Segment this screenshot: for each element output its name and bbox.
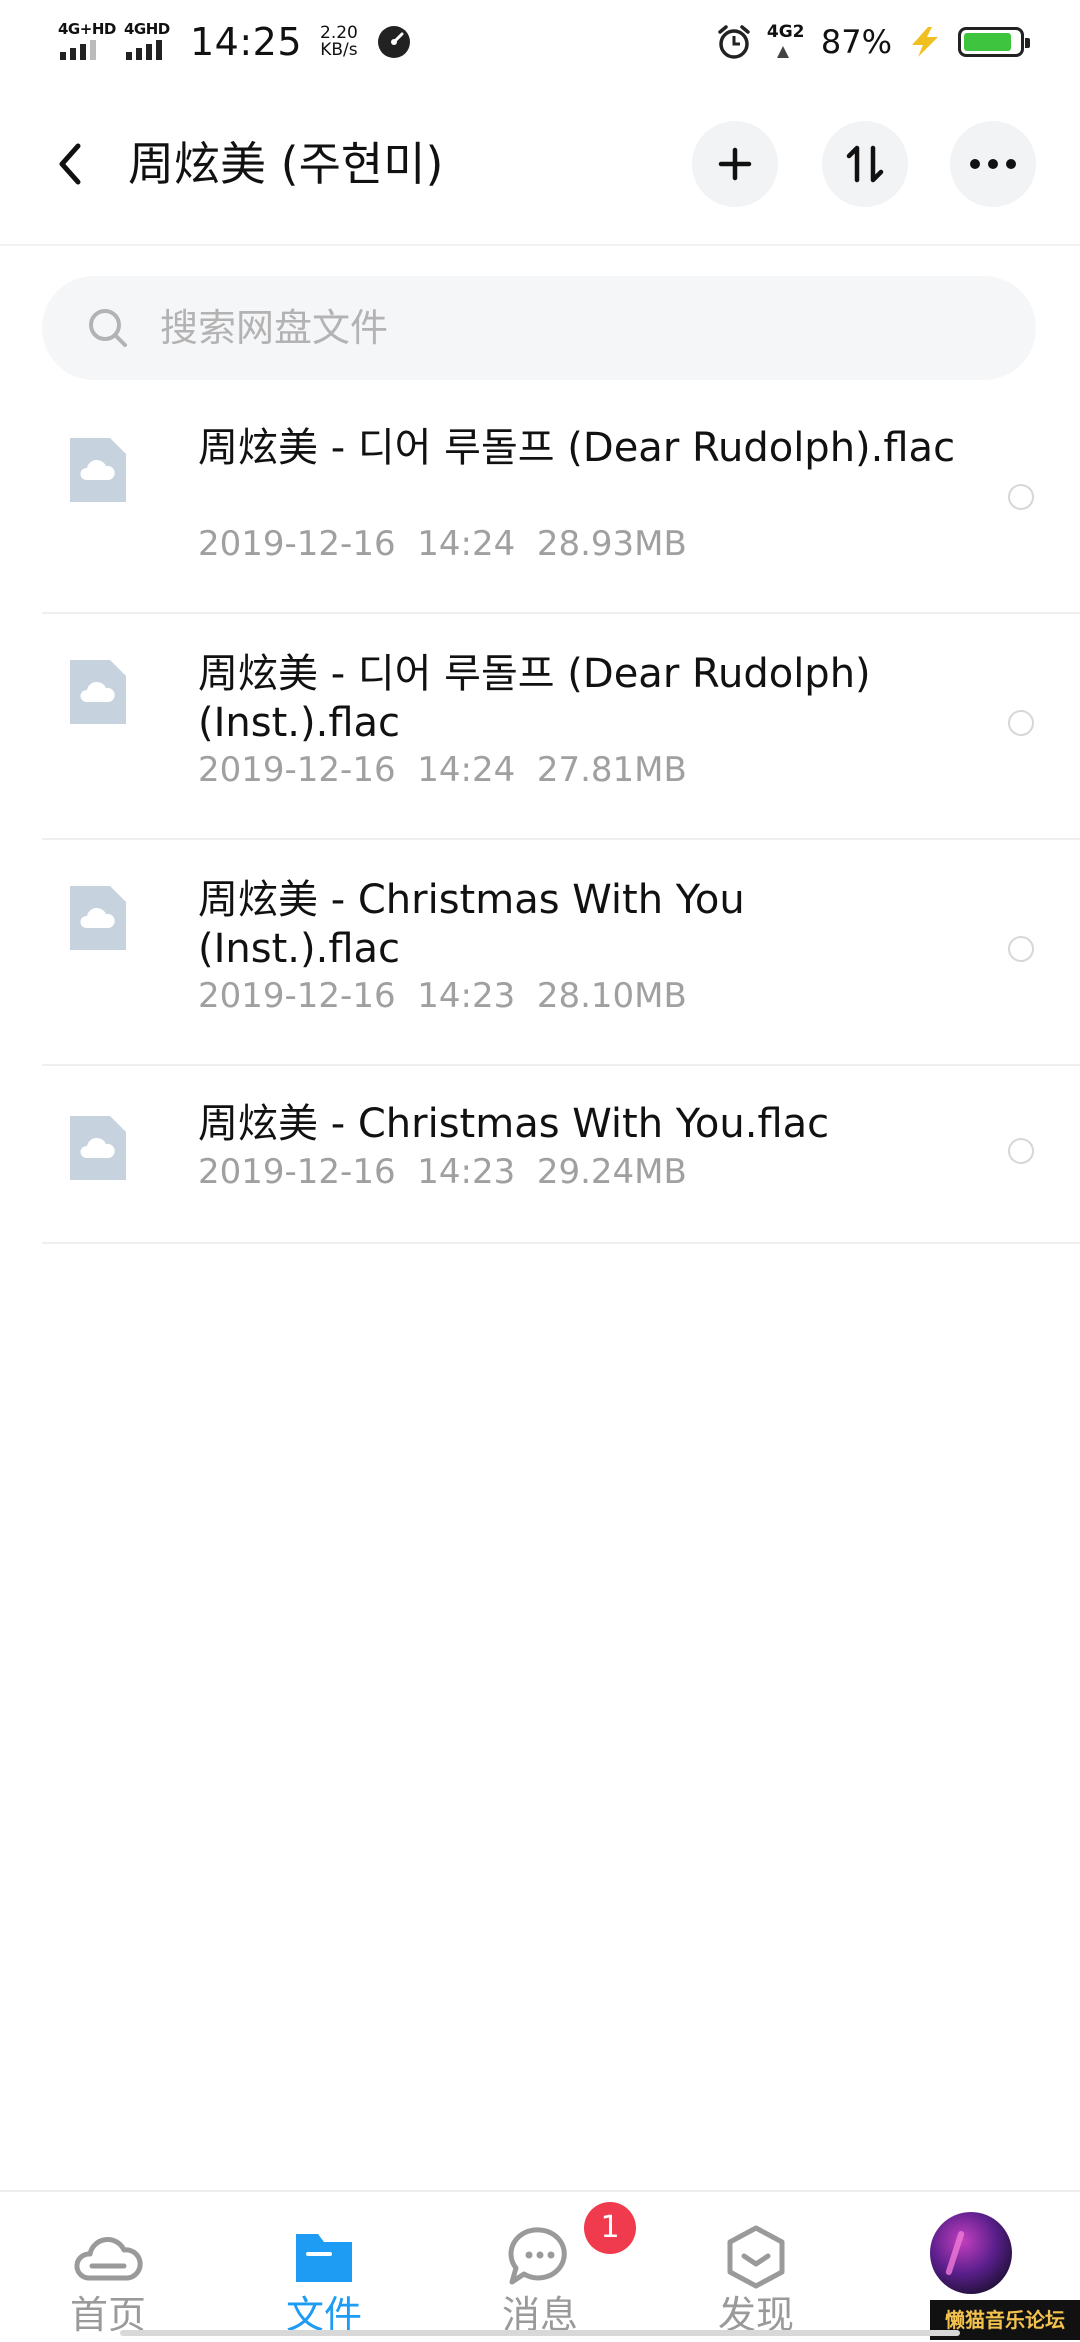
network-type-label: 4G+HD <box>58 20 116 38</box>
more-icon <box>970 159 1016 169</box>
nav-home[interactable]: 首页 <box>0 2192 216 2342</box>
battery-icon <box>958 27 1030 57</box>
cloud-icon <box>74 2237 143 2281</box>
nav-messages[interactable]: 1 消息 <box>432 2192 648 2342</box>
nav-files[interactable]: 文件 <box>216 2192 432 2342</box>
file-size: 28.93MB <box>536 524 687 564</box>
signal-icon-2: 4GHD <box>124 20 172 64</box>
file-size: 27.81MB <box>536 750 687 790</box>
file-name: 周炫美 - 디어 루돌프 (Dear Rudolph) (Inst.).flac <box>198 651 871 746</box>
file-row[interactable]: 周炫美 - 디어 루돌프 (Dear Rudolph).flac 2019-12… <box>42 390 1080 614</box>
file-date: 2019-12-16 <box>198 976 396 1016</box>
file-cloud-icon <box>70 438 126 502</box>
signal-icon: 4G+HD <box>58 20 116 64</box>
alarm-icon <box>718 25 750 59</box>
discover-icon <box>727 2225 785 2289</box>
select-radio[interactable] <box>1008 484 1034 510</box>
select-radio[interactable] <box>1008 710 1034 736</box>
add-button[interactable] <box>692 121 778 207</box>
file-meta: 2019-12-16 14:23 28.10MB <box>198 974 687 1018</box>
file-cloud-icon <box>70 886 126 950</box>
file-date: 2019-12-16 <box>198 524 396 564</box>
file-time: 14:23 <box>417 1152 516 1192</box>
sort-icon <box>846 145 884 183</box>
folder-icon <box>296 2234 352 2282</box>
file-name: 周炫美 - Christmas With You.flac <box>198 1101 830 1147</box>
back-icon[interactable] <box>48 134 92 194</box>
file-row[interactable]: 周炫美 - Christmas With You.flac 2019-12-16… <box>42 1066 1080 1244</box>
select-radio[interactable] <box>1008 1138 1034 1164</box>
file-date: 2019-12-16 <box>198 1152 396 1192</box>
search-input[interactable]: 搜索网盘文件 <box>42 276 1036 380</box>
status-time: 14:25 <box>190 20 303 64</box>
file-row[interactable]: 周炫美 - Christmas With You (Inst.).flac 20… <box>42 840 1080 1066</box>
file-meta: 2019-12-16 14:24 28.93MB <box>198 522 687 566</box>
file-size: 28.10MB <box>536 976 687 1016</box>
file-list: 周炫美 - 디어 루돌프 (Dear Rudolph).flac 2019-12… <box>42 390 1080 1244</box>
plus-icon <box>718 147 752 181</box>
network-type-label-3: 4G2 <box>766 22 805 42</box>
charging-icon <box>912 27 938 57</box>
file-meta: 2019-12-16 14:24 27.81MB <box>198 748 687 792</box>
select-radio[interactable] <box>1008 936 1034 962</box>
battery-percent: 87% <box>820 23 892 61</box>
speedometer-icon <box>377 26 410 58</box>
status-bar: 4G+HD 4GHD 14:25 2.20 KB/s 4G2 87% <box>0 0 1080 84</box>
file-time: 14:24 <box>417 750 516 790</box>
nav-discover[interactable]: 发现 <box>648 2192 864 2342</box>
file-cloud-icon <box>70 1116 126 1180</box>
page-title: 周炫美 (주현미) <box>128 137 444 191</box>
signal-icon-3: 4G2 <box>767 20 807 64</box>
more-button[interactable] <box>950 121 1036 207</box>
unread-badge: 1 <box>584 2202 636 2254</box>
chat-icon <box>508 2227 567 2285</box>
avatar[interactable] <box>930 2212 1012 2294</box>
file-meta: 2019-12-16 14:23 29.24MB <box>198 1150 687 1194</box>
network-speed: 2.20 KB/s <box>320 25 358 59</box>
file-name: 周炫美 - Christmas With You (Inst.).flac <box>198 877 745 972</box>
file-time: 14:23 <box>417 976 516 1016</box>
file-cloud-icon <box>70 660 126 724</box>
file-date: 2019-12-16 <box>198 750 396 790</box>
search-placeholder: 搜索网盘文件 <box>160 306 389 350</box>
app-header: 周炫美 (주현미) <box>0 84 1080 246</box>
file-size: 29.24MB <box>536 1152 687 1192</box>
search-icon <box>89 309 127 347</box>
sort-button[interactable] <box>822 121 908 207</box>
home-indicator <box>120 2330 960 2336</box>
speed-unit: KB/s <box>320 40 358 60</box>
bottom-nav: 首页 文件 1 消息 发现 <box>0 2190 1080 2342</box>
file-time: 14:24 <box>417 524 516 564</box>
file-row[interactable]: 周炫美 - 디어 루돌프 (Dear Rudolph) (Inst.).flac… <box>42 614 1080 840</box>
file-name: 周炫美 - 디어 루돌프 (Dear Rudolph).flac <box>198 425 956 471</box>
network-type-label-2: 4GHD <box>124 20 170 38</box>
